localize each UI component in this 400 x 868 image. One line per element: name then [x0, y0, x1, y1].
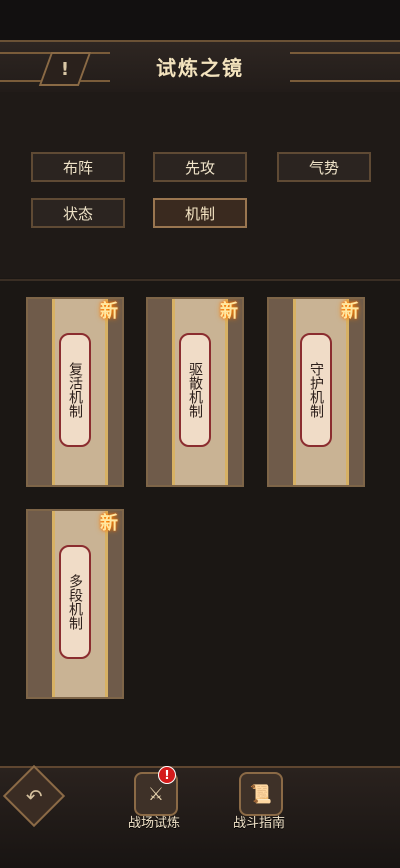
tab-mechanics[interactable]: 机制 — [153, 198, 247, 228]
card-guard-mechanic[interactable]: 守护机制 新 — [267, 297, 365, 487]
new-badge: 新 — [341, 301, 359, 322]
card-label: 多段机制 — [67, 574, 83, 630]
tab-formation[interactable]: 布阵 — [31, 152, 125, 182]
card-label-box: 守护机制 — [300, 333, 332, 447]
filter-area — [0, 92, 400, 278]
card-label: 复活机制 — [67, 362, 83, 418]
divider — [0, 279, 400, 281]
card-label-box: 驱散机制 — [179, 333, 211, 447]
card-label: 驱散机制 — [187, 362, 203, 418]
helmet-glyph: ⚔ — [147, 783, 165, 805]
tab-status[interactable]: 状态 — [31, 198, 125, 228]
tab-momentum[interactable]: 气势 — [277, 152, 371, 182]
card-multi-hit-mechanic[interactable]: 多段机制 新 — [26, 509, 124, 699]
new-badge: 新 — [220, 301, 238, 322]
scroll-glyph: 📜 — [249, 783, 273, 805]
top-strip — [0, 0, 400, 40]
nav-battlefield-trial[interactable]: ⚔ ! 战场试炼 — [114, 766, 194, 852]
card-revive-mechanic[interactable]: 复活机制 新 — [26, 297, 124, 487]
nav-label: 战斗指南 — [232, 816, 285, 831]
scroll-book-icon: 📜 — [239, 772, 283, 816]
card-label-box: 复活机制 — [59, 333, 91, 447]
card-label: 守护机制 — [308, 362, 324, 418]
page-title: 试炼之镜 — [156, 56, 244, 80]
card-label-box: 多段机制 — [59, 545, 91, 659]
new-badge: 新 — [100, 301, 118, 322]
new-badge: 新 — [100, 513, 118, 534]
card-dispel-mechanic[interactable]: 驱散机制 新 — [146, 297, 244, 487]
back-arrow-icon: ↶ — [25, 783, 43, 808]
nav-label: 战场试炼 — [127, 816, 180, 831]
nav-battle-guide[interactable]: 📜 战斗指南 — [219, 772, 299, 852]
bottom-bar — [0, 766, 400, 868]
tab-first-strike[interactable]: 先攻 — [153, 152, 247, 182]
alert-badge: ! — [158, 766, 176, 784]
